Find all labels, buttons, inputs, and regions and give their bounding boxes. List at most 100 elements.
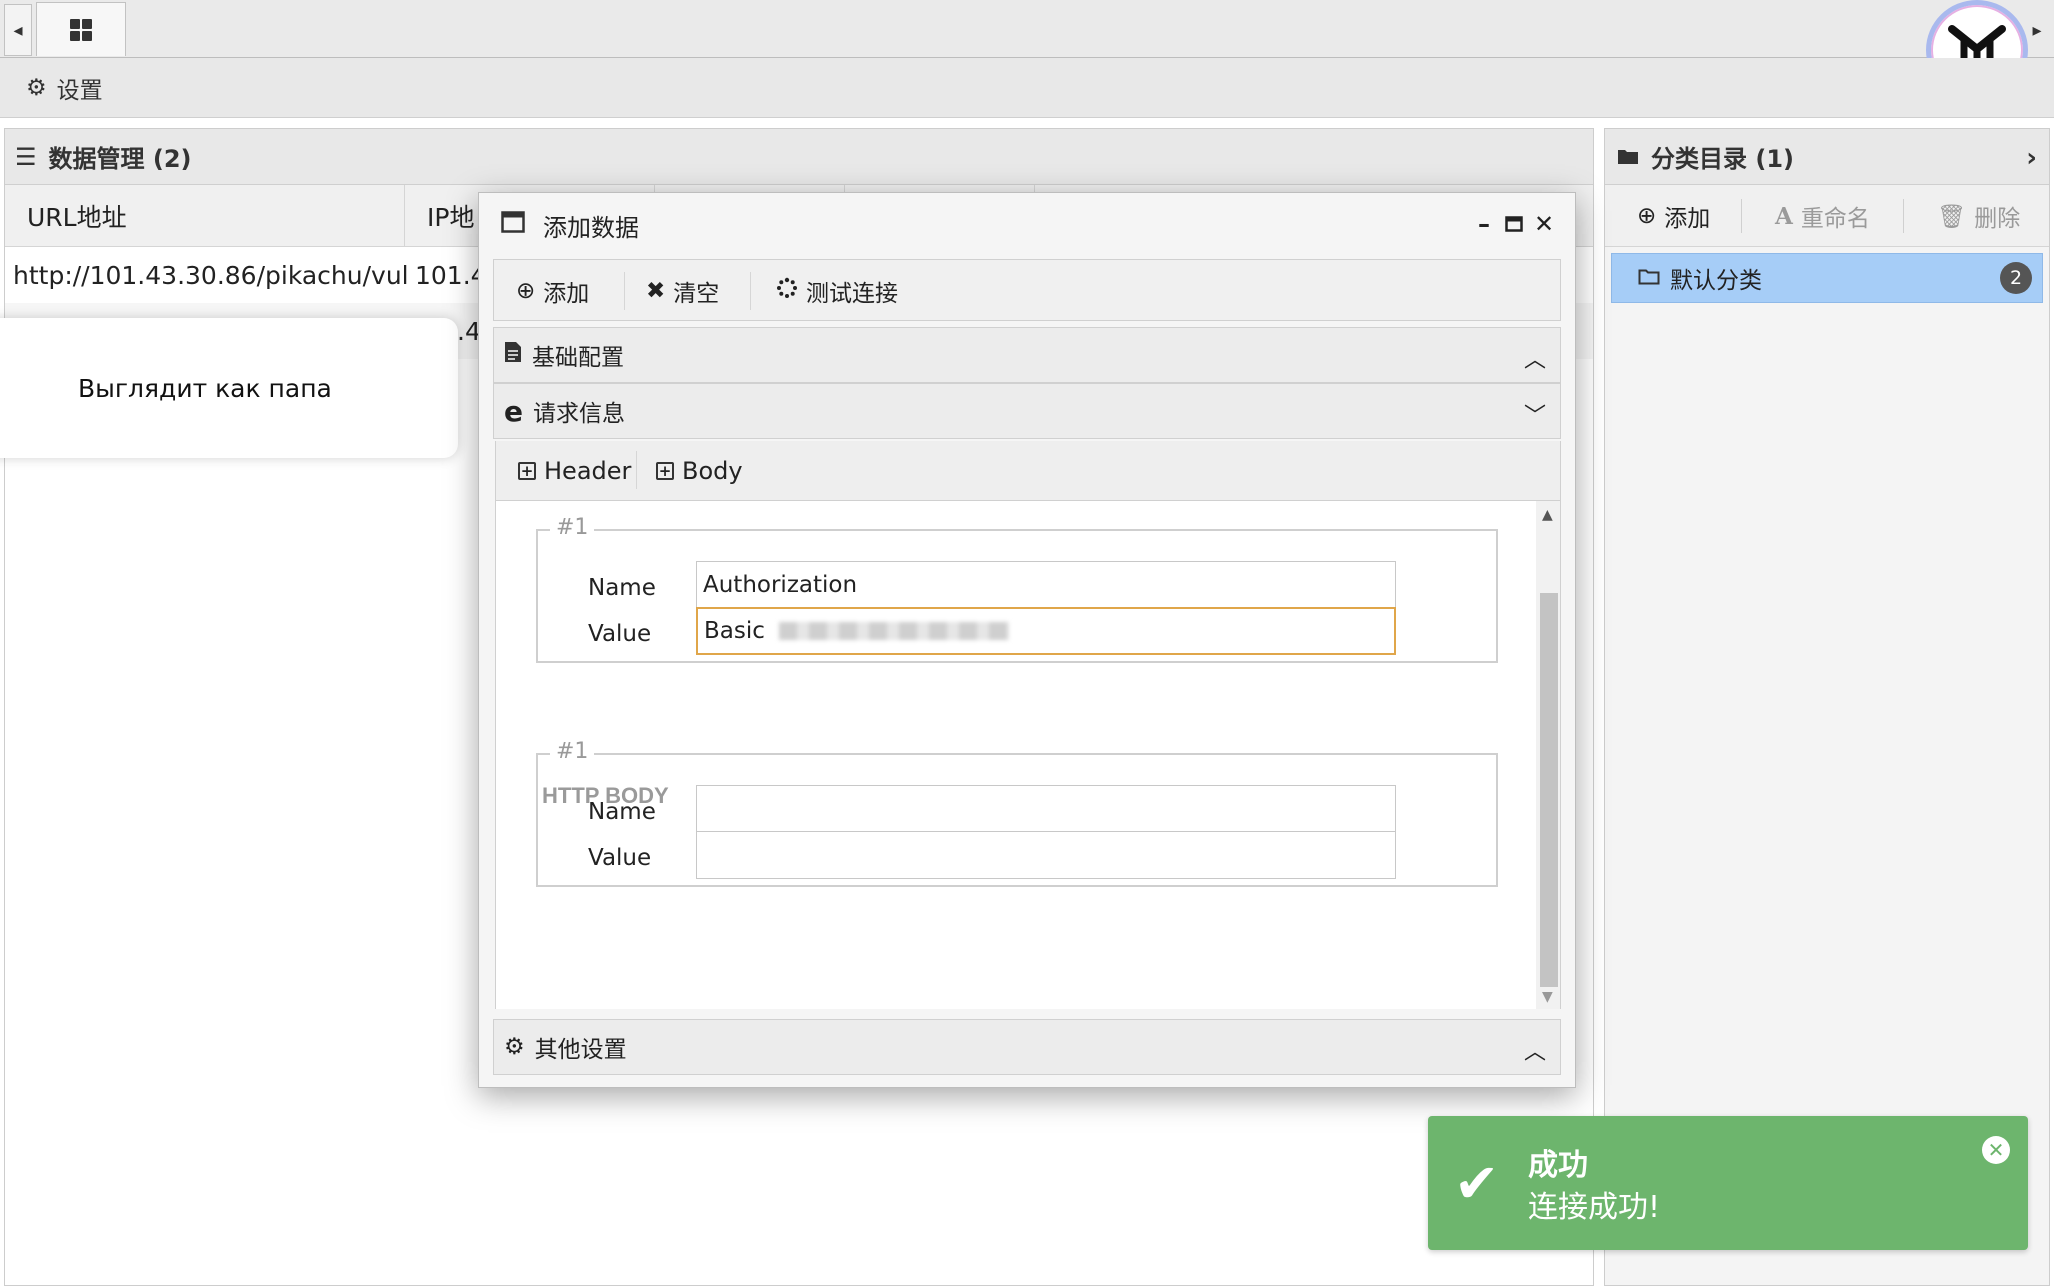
section-other-settings[interactable]: ⚙ 其他设置 ︿: [493, 1019, 1561, 1075]
checkmark-icon: ✔: [1454, 1152, 1500, 1215]
folder-outline-icon: [1638, 265, 1660, 291]
maximize-button[interactable]: [1499, 209, 1529, 239]
body-name-label: Name: [588, 799, 656, 825]
header-fieldset-legend: #1: [550, 515, 595, 540]
test-connection-button[interactable]: 测试连接: [776, 272, 898, 310]
category-panel: 分类目录 (1) › ⊕ 添加 A 重命名 🗑 删除 默认分类 2: [1604, 128, 2050, 1286]
tab-scroll-left-icon[interactable]: ◂: [4, 4, 32, 56]
browser-e-icon: e: [504, 394, 523, 428]
section-basic-config[interactable]: 基础配置 ︿: [493, 327, 1561, 383]
header-name-input[interactable]: Authorization: [696, 561, 1396, 609]
chevron-up-icon: ︿: [1523, 1040, 1546, 1065]
scroll-up-icon[interactable]: ▲: [1542, 507, 1553, 523]
trash-icon: 🗑: [1937, 203, 1967, 230]
section-basic-label: 基础配置: [532, 345, 624, 371]
chevron-down-icon: ﹀: [1523, 404, 1546, 429]
gears-icon: ⚙: [504, 1034, 525, 1060]
plus-square-icon: +: [656, 462, 674, 480]
category-panel-header: 分类目录 (1) ›: [1605, 129, 2049, 185]
data-panel-title: 数据管理 (2): [48, 145, 192, 173]
rename-category-label: 重命名: [1800, 206, 1870, 232]
test-connection-label: 测试连接: [806, 281, 898, 307]
chevron-up-icon: ︿: [1523, 348, 1546, 373]
add-data-dialog: 添加数据 – ✕ ⊕ 添加 ✖ 清空 测试连接 基础配置 ︿ e 请求信息 ﹀ …: [478, 192, 1576, 1088]
tab-divider: [636, 451, 637, 489]
close-icon: ✖: [646, 278, 666, 304]
header-value-value: Basic: [704, 618, 765, 644]
success-toast: ✔ 成功 连接成功! ✕: [1428, 1116, 2028, 1250]
clear-button[interactable]: ✖ 清空: [646, 272, 719, 310]
header-value-input[interactable]: Basic: [696, 607, 1396, 655]
column-header-url[interactable]: URL地址: [5, 185, 405, 247]
toast-close-icon[interactable]: ✕: [1982, 1136, 2010, 1164]
tab-home[interactable]: [36, 2, 126, 56]
dialog-title: 添加数据: [543, 213, 639, 242]
toolbar-divider: [1741, 199, 1742, 233]
tooltip-text: Выглядит как папа: [78, 373, 332, 403]
tab-header-label: Header: [544, 457, 632, 485]
font-icon: A: [1775, 202, 1793, 230]
tab-body-label: Body: [682, 457, 743, 485]
tab-body[interactable]: + Body: [656, 451, 743, 491]
body-value-label: Value: [588, 845, 652, 871]
toolbar-divider: [750, 272, 751, 310]
toast-title: 成功: [1528, 1148, 1588, 1183]
category-count-badge: 2: [2000, 262, 2032, 294]
delete-category-label: 删除: [1974, 206, 2021, 232]
main-toolbar: ⚙ 设置: [0, 58, 2054, 118]
request-scroll-area: #1 Name Authorization Value Basic HTTP B…: [495, 501, 1561, 1009]
dialog-toolbar: ⊕ 添加 ✖ 清空 测试连接: [493, 259, 1561, 321]
plus-circle-icon: ⊕: [516, 278, 536, 304]
vertical-scrollbar[interactable]: ▲ ▼: [1536, 501, 1560, 1009]
category-item-label: 默认分类: [1670, 268, 1762, 294]
section-request-label: 请求信息: [533, 401, 625, 427]
toolbar-divider: [1903, 199, 1904, 233]
scroll-thumb[interactable]: [1540, 593, 1558, 987]
body-value-input[interactable]: [696, 831, 1396, 879]
section-request-info[interactable]: e 请求信息 ﹀: [493, 383, 1561, 439]
tab-header[interactable]: + Header: [518, 451, 631, 491]
minimize-button[interactable]: –: [1469, 209, 1499, 239]
add-category-button[interactable]: ⊕ 添加: [1637, 197, 1710, 235]
dialog-titlebar[interactable]: 添加数据: [479, 193, 1575, 257]
category-panel-title: 分类目录 (1): [1651, 145, 1794, 173]
section-other-label: 其他设置: [534, 1037, 627, 1063]
gear-icon: ⚙: [26, 75, 47, 101]
category-toolbar: ⊕ 添加 A 重命名 🗑 删除: [1605, 185, 2049, 247]
header-name-label: Name: [588, 575, 656, 601]
redacted-token: [778, 622, 1009, 640]
body-fieldset-legend: #1: [550, 739, 595, 764]
folder-icon: [1617, 143, 1639, 171]
header-value-label: Value: [588, 621, 652, 647]
toolbar-divider: [624, 272, 625, 310]
plus-circle-icon: ⊕: [1637, 203, 1657, 229]
chevron-right-icon[interactable]: ›: [2026, 143, 2037, 173]
data-panel-header: ☰ 数据管理 (2): [5, 129, 1593, 185]
header-name-value: Authorization: [703, 572, 858, 598]
document-icon: [504, 341, 522, 369]
settings-label: 设置: [56, 78, 103, 104]
header-fieldset: #1 Name Authorization Value Basic: [536, 515, 1498, 663]
add-label: 添加: [543, 281, 590, 307]
close-button[interactable]: ✕: [1529, 209, 1559, 239]
plus-square-icon: +: [518, 462, 536, 480]
settings-button[interactable]: ⚙ 设置: [26, 70, 103, 106]
body-name-input[interactable]: [696, 785, 1396, 833]
url-cell: http://101.43.30.86/pikachu/vul/u: [13, 260, 407, 290]
add-category-label: 添加: [1664, 206, 1711, 232]
body-fieldset: #1 Name Value: [536, 739, 1498, 887]
scroll-down-icon[interactable]: ▼: [1542, 989, 1553, 1005]
tooltip: Выглядит как папа: [0, 318, 458, 458]
request-subtabs: + Header + Body: [495, 441, 1561, 501]
toast-message: 连接成功!: [1528, 1190, 1661, 1225]
grid-icon: [70, 18, 92, 41]
category-item-default[interactable]: 默认分类 2: [1611, 253, 2043, 303]
window-icon: [501, 211, 525, 239]
delete-category-button[interactable]: 🗑 删除: [1937, 197, 2020, 235]
clear-label: 清空: [673, 281, 720, 307]
spinner-icon: [776, 277, 798, 305]
add-button[interactable]: ⊕ 添加: [516, 272, 589, 310]
tab-strip: ◂ ▸: [0, 0, 2054, 58]
list-icon: ☰: [15, 142, 37, 171]
rename-category-button[interactable]: A 重命名: [1775, 197, 1870, 235]
